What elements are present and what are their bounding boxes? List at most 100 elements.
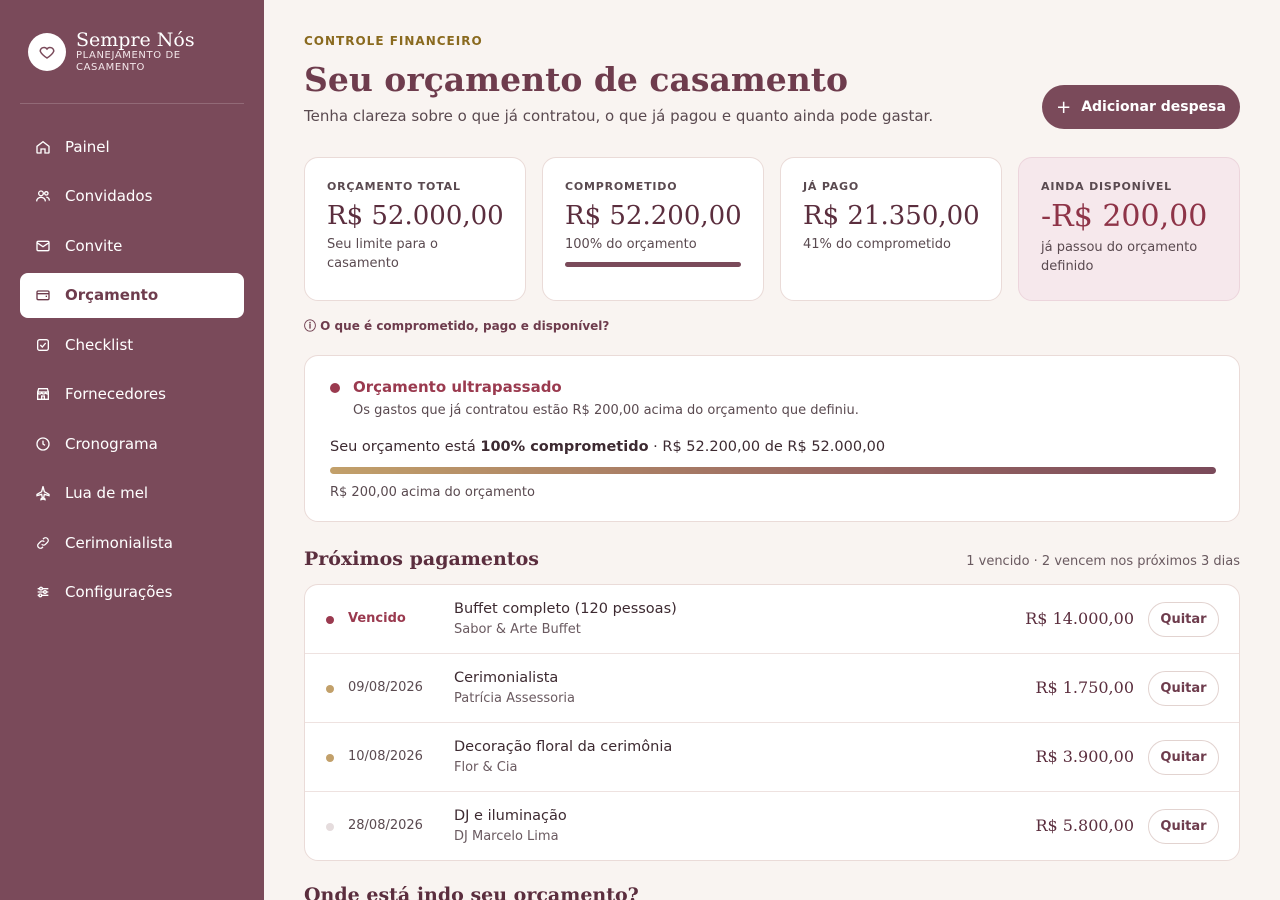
sidebar-item-orcamento[interactable]: Orçamento (20, 272, 244, 318)
payment-name: Buffet completo (120 pessoas) (454, 601, 677, 617)
quitar-button[interactable]: Quitar (1148, 602, 1219, 637)
budget-progress-bar (330, 467, 1216, 474)
sidebar-nav: Painel Convidados Convite Orçamento Chec… (20, 124, 244, 619)
checkbox-icon (37, 338, 49, 351)
status-dot (326, 616, 334, 624)
budget-breakdown-title: Onde está indo seu orçamento? (304, 884, 639, 900)
committed-progress-bar (565, 262, 741, 267)
wallet-icon (36, 290, 50, 301)
card-available: AINDA DISPONÍVEL -R$ 200,00 já passou do… (1018, 157, 1240, 301)
card-label: AINDA DISPONÍVEL (1041, 180, 1172, 193)
card-total-budget: ORÇAMENTO TOTAL R$ 52.000,00 Seu limite … (304, 157, 526, 301)
sliders-icon (37, 586, 49, 598)
alert-summary-suffix: · R$ 52.200,00 de R$ 52.000,00 (648, 439, 886, 455)
sidebar-item-label: Painel (65, 137, 110, 156)
sidebar-item-cronograma[interactable]: Cronograma (20, 421, 244, 466)
budget-alert: Orçamento ultrapassado Os gastos que já … (304, 355, 1240, 522)
sidebar-item-label: Configurações (65, 583, 173, 601)
payments-meta: 1 vencido · 2 vencem nos próximos 3 dias (966, 554, 1240, 569)
sidebar-divider (20, 103, 244, 104)
payment-date: 10/08/2026 (348, 749, 423, 764)
sidebar-item-label: Orçamento (65, 286, 159, 304)
payment-vendor: DJ Marcelo Lima (454, 829, 559, 844)
payment-date: 09/08/2026 (348, 680, 423, 695)
sidebar-item-convite[interactable]: Convite (20, 223, 244, 268)
quitar-button[interactable]: Quitar (1148, 671, 1219, 706)
alert-title: Orçamento ultrapassado (353, 378, 562, 396)
status-dot (326, 823, 334, 831)
alert-summary-bold: 100% comprometido (480, 439, 649, 455)
card-note: 41% do comprometido (803, 237, 951, 252)
page-eyebrow: CONTROLE FINANCEIRO (304, 34, 483, 48)
alert-summary: Seu orçamento está 100% comprometido · R… (330, 439, 885, 455)
page-subtitle: Tenha clareza sobre o que já contratou, … (304, 107, 934, 125)
payment-name: Decoração floral da cerimônia (454, 739, 673, 755)
payment-date: Vencido (348, 611, 406, 626)
help-link[interactable]: ⓘ O que é comprometido, pago e disponíve… (304, 317, 609, 334)
sidebar-item-checklist[interactable]: Checklist (20, 322, 244, 367)
alert-footer: R$ 200,00 acima do orçamento (330, 485, 535, 500)
payment-vendor: Sabor & Arte Buffet (454, 622, 581, 637)
page-title: Seu orçamento de casamento (304, 60, 848, 99)
add-expense-button[interactable]: + Adicionar despesa (1042, 85, 1240, 129)
payment-row: 10/08/2026 Decoração floral da cerimônia… (305, 723, 1239, 792)
payment-name: Cerimonialista (454, 670, 559, 686)
card-label: COMPROMETIDO (565, 180, 678, 193)
clock-icon (36, 436, 50, 451)
payment-vendor: Patrícia Assessoria (454, 691, 575, 706)
mail-icon (36, 240, 50, 251)
heart-icon (28, 33, 66, 71)
status-dot (326, 754, 334, 762)
plus-icon: + (1056, 96, 1072, 118)
card-note: já passou do orçamento definido (1041, 240, 1198, 274)
payments-title: Próximos pagamentos (304, 548, 539, 570)
payment-name: DJ e iluminação (454, 808, 567, 824)
link-icon (37, 536, 49, 549)
sidebar-item-cerimonialista[interactable]: Cerimonialista (20, 520, 244, 565)
brand-subtitle: PLANEJAMENTO DE CASAMENTO (76, 50, 181, 73)
sidebar-item-label: Checklist (65, 335, 134, 354)
sidebar-item-fornecedores[interactable]: Fornecedores (20, 372, 244, 417)
payments-list: Vencido Buffet completo (120 pessoas) Sa… (304, 584, 1240, 861)
payment-vendor: Flor & Cia (454, 760, 518, 775)
sidebar: Sempre Nós PLANEJAMENTO DE CASAMENTO Pai… (0, 0, 264, 900)
card-committed: COMPROMETIDO R$ 52.200,00 100% do orçame… (542, 157, 764, 301)
payment-amount: R$ 14.000,00 (1025, 609, 1134, 628)
card-label: ORÇAMENTO TOTAL (327, 180, 461, 193)
users-icon (36, 190, 50, 202)
sidebar-item-lua-de-mel[interactable]: Lua de mel (20, 471, 244, 516)
sidebar-item-label: Fornecedores (65, 385, 166, 403)
add-expense-label: Adicionar despesa (1081, 99, 1226, 115)
alert-summary-prefix: Seu orçamento está (330, 439, 481, 455)
sidebar-item-convidados[interactable]: Convidados (20, 174, 244, 219)
payment-amount: R$ 3.900,00 (1035, 747, 1134, 766)
quitar-button[interactable]: Quitar (1148, 740, 1219, 775)
payment-date: 28/08/2026 (348, 818, 423, 833)
card-value: -R$ 200,00 (1041, 199, 1208, 234)
payment-row: 28/08/2026 DJ e iluminação DJ Marcelo Li… (305, 792, 1239, 860)
sidebar-item-painel[interactable]: Painel (20, 124, 244, 169)
summary-cards: ORÇAMENTO TOTAL R$ 52.000,00 Seu limite … (304, 157, 1240, 301)
brand-name: Sempre Nós (76, 29, 195, 51)
quitar-button[interactable]: Quitar (1148, 809, 1219, 844)
payment-amount: R$ 1.750,00 (1035, 678, 1134, 697)
payment-row: 09/08/2026 Cerimonialista Patrícia Asses… (305, 654, 1239, 723)
sidebar-item-label: Convidados (65, 187, 153, 205)
card-note: Seu limite para o casamento (327, 237, 438, 271)
sidebar-item-label: Cronograma (65, 434, 158, 453)
plane-icon (36, 486, 50, 501)
card-paid: JÁ PAGO R$ 21.350,00 41% do comprometido (780, 157, 1002, 301)
brand[interactable]: Sempre Nós PLANEJAMENTO DE CASAMENTO (28, 30, 206, 74)
store-icon (37, 388, 49, 400)
card-note: 100% do orçamento (565, 237, 697, 252)
payment-row: Vencido Buffet completo (120 pessoas) Sa… (305, 585, 1239, 654)
home-icon (36, 140, 50, 154)
sidebar-item-configuracoes[interactable]: Configurações (20, 570, 244, 615)
alert-dot (330, 383, 340, 393)
payment-amount: R$ 5.800,00 (1035, 816, 1134, 835)
sidebar-item-label: Cerimonialista (65, 533, 173, 552)
card-value: R$ 52.000,00 (327, 201, 504, 231)
card-value: R$ 52.200,00 (565, 201, 742, 231)
card-value: R$ 21.350,00 (803, 201, 980, 231)
status-dot (326, 685, 334, 693)
